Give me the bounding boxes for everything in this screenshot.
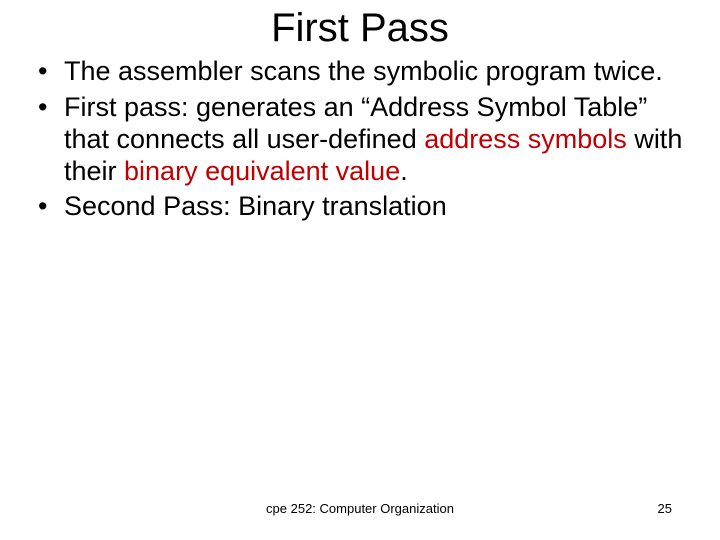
bullet-2-highlight-1: address symbols xyxy=(424,124,627,154)
bullet-1-text: The assembler scans the symbolic program… xyxy=(64,56,663,86)
bullet-2-text-part3: . xyxy=(400,156,408,186)
bullet-list: The assembler scans the symbolic program… xyxy=(34,56,694,223)
bullet-item-2: First pass: generates an “Address Symbol… xyxy=(34,92,694,188)
slide-body: The assembler scans the symbolic program… xyxy=(34,56,694,227)
slide-title: First Pass xyxy=(0,6,720,51)
bullet-3-text: Second Pass: Binary translation xyxy=(64,191,447,221)
bullet-item-1: The assembler scans the symbolic program… xyxy=(34,56,694,88)
footer-course: cpe 252: Computer Organization xyxy=(0,501,720,516)
bullet-item-3: Second Pass: Binary translation xyxy=(34,191,694,223)
bullet-2-highlight-2: binary equivalent value xyxy=(124,156,400,186)
slide: First Pass The assembler scans the symbo… xyxy=(0,0,720,540)
footer-page-number: 25 xyxy=(658,501,672,516)
